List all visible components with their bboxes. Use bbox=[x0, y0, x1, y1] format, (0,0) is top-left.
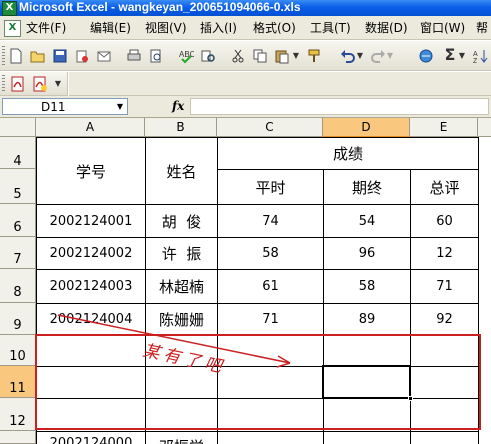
menu-insert[interactable]: 插入(I) bbox=[200, 16, 237, 40]
svg-text:A: A bbox=[473, 51, 478, 58]
window-title: Microsoft Excel - wangkeyan_200651094066… bbox=[19, 0, 301, 14]
insert-function-icon[interactable]: fx bbox=[172, 98, 184, 115]
email-icon[interactable] bbox=[96, 48, 112, 64]
menu-window[interactable]: 窗口(W) bbox=[420, 16, 465, 40]
pdf-icon[interactable] bbox=[10, 76, 26, 92]
svg-text:Z: Z bbox=[473, 58, 478, 64]
name-box-value: D11 bbox=[41, 100, 66, 114]
redo-icon[interactable] bbox=[370, 48, 386, 64]
research-icon[interactable] bbox=[200, 48, 216, 64]
menu-help[interactable]: 帮 bbox=[476, 16, 488, 40]
svg-text:ABC: ABC bbox=[179, 50, 194, 59]
save-icon[interactable] bbox=[52, 48, 68, 64]
paste-dropdown-icon[interactable]: ▼ bbox=[292, 48, 300, 64]
cut-icon[interactable] bbox=[230, 48, 246, 64]
annotation-arrow bbox=[57, 314, 291, 368]
worksheet-grid[interactable]: A B C D E 4 5 6 7 8 9 10 11 12 学号 姓名 成绩 … bbox=[0, 118, 491, 444]
menu-edit[interactable]: 编辑(E) bbox=[90, 16, 131, 40]
excel-app-icon: X bbox=[2, 1, 17, 16]
copy-icon[interactable] bbox=[252, 48, 268, 64]
menu-tools[interactable]: 工具(T) bbox=[310, 16, 351, 40]
formula-input[interactable] bbox=[190, 98, 489, 115]
permission-icon[interactable] bbox=[74, 48, 90, 64]
autosum-dropdown-icon[interactable]: ▼ bbox=[458, 48, 466, 64]
redo-dropdown-icon[interactable]: ▼ bbox=[386, 48, 394, 64]
chevron-down-icon[interactable]: ▼ bbox=[117, 99, 123, 115]
paste-icon[interactable] bbox=[274, 48, 290, 64]
name-box[interactable]: D11 ▼ bbox=[2, 98, 128, 115]
hyperlink-icon[interactable] bbox=[418, 48, 434, 64]
undo-dropdown-icon[interactable]: ▼ bbox=[356, 48, 364, 64]
standard-toolbar: ABC ▼ ▼ ▼ Σ ▼ AZ bbox=[0, 41, 491, 71]
sort-ascending-icon[interactable]: AZ bbox=[472, 48, 488, 65]
menu-bar: X 文件(F) 编辑(E) 视图(V) 插入(I) 格式(O) 工具(T) 数据… bbox=[0, 16, 491, 40]
menu-format[interactable]: 格式(O) bbox=[253, 16, 296, 40]
new-icon[interactable] bbox=[8, 48, 24, 64]
print-preview-icon[interactable] bbox=[148, 48, 164, 64]
title-bar: X Microsoft Excel - wangkeyan_2006510940… bbox=[0, 0, 491, 16]
toolbar-grip[interactable] bbox=[2, 75, 5, 93]
spelling-icon[interactable]: ABC bbox=[178, 48, 196, 64]
toolbar-area bbox=[69, 72, 491, 96]
pdf-settings-icon[interactable] bbox=[32, 76, 48, 92]
print-icon[interactable] bbox=[126, 48, 142, 64]
menu-file[interactable]: 文件(F) bbox=[26, 16, 66, 40]
undo-icon[interactable] bbox=[340, 48, 356, 64]
open-icon[interactable] bbox=[30, 48, 46, 64]
menu-view[interactable]: 视图(V) bbox=[145, 16, 187, 40]
formula-bar: D11 ▼ fx bbox=[0, 96, 491, 118]
toolbar-grip[interactable] bbox=[2, 46, 5, 66]
format-painter-icon[interactable] bbox=[306, 48, 322, 64]
pdf-toolbar: ▼ bbox=[0, 72, 68, 96]
menu-data[interactable]: 数据(D) bbox=[365, 16, 408, 40]
autosum-icon[interactable]: Σ bbox=[442, 47, 458, 63]
toolbar-options-icon[interactable]: ▼ bbox=[54, 76, 62, 92]
workbook-icon[interactable]: X bbox=[4, 20, 21, 37]
